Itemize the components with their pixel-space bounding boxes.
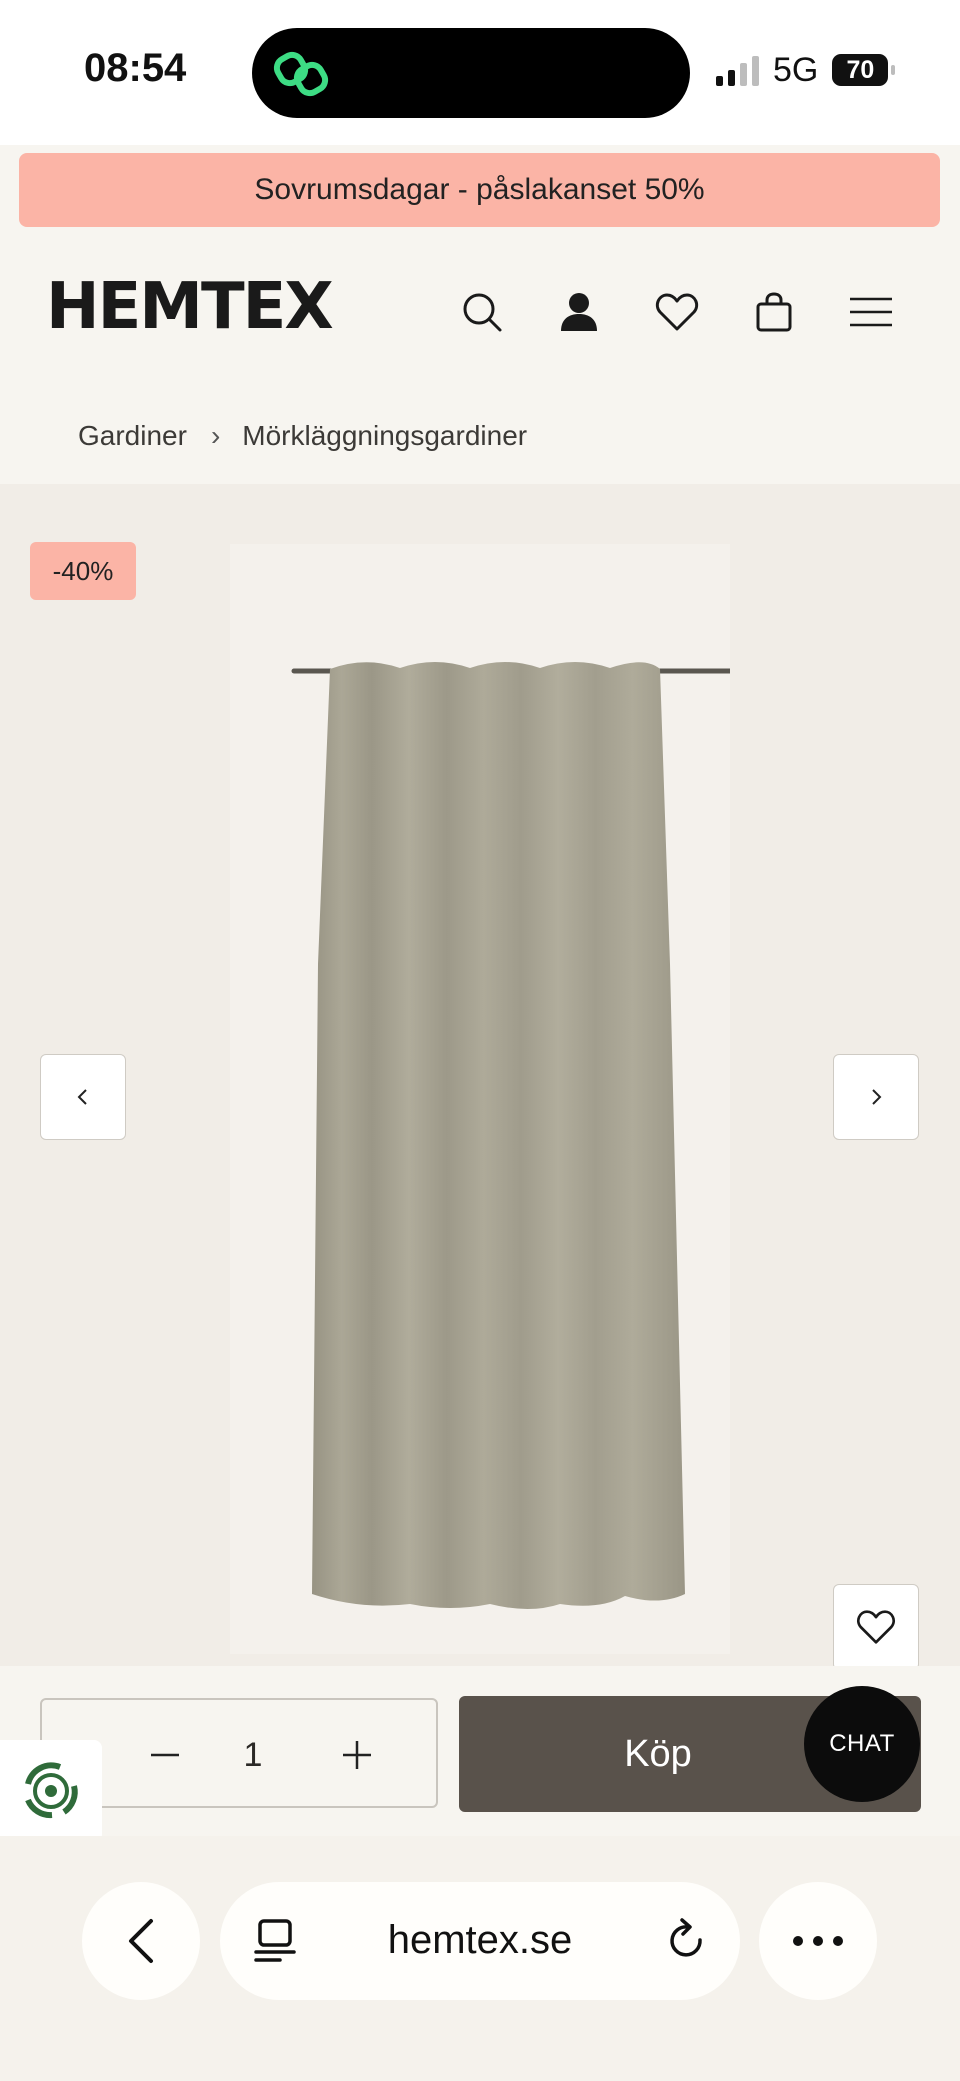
- eco-badge[interactable]: [0, 1740, 102, 1842]
- network-type: 5G: [773, 50, 819, 89]
- signal-icon: [716, 54, 759, 86]
- account-icon[interactable]: [553, 286, 605, 338]
- heart-outline-icon: [857, 1610, 895, 1644]
- chevron-left-icon: [129, 1919, 153, 1963]
- plus-icon: [343, 1741, 371, 1769]
- recycle-globe-icon: [25, 1762, 78, 1819]
- address-bar[interactable]: hemtex.se: [220, 1882, 740, 2000]
- battery-icon: 70: [832, 54, 896, 86]
- decrease-quantity-button[interactable]: [140, 1730, 190, 1780]
- browser-back-button[interactable]: [82, 1882, 200, 2000]
- curtain-product-image: [230, 544, 730, 1654]
- chevron-left-icon: [77, 1089, 87, 1105]
- product-gallery[interactable]: -40%: [0, 484, 960, 1666]
- reload-icon[interactable]: [666, 1918, 708, 1964]
- breadcrumb-item-gardiner[interactable]: Gardiner: [78, 420, 187, 452]
- gallery-next-button[interactable]: [833, 1054, 919, 1140]
- breadcrumb: Gardiner › Mörkläggningsgardiner: [78, 420, 527, 452]
- site-header: HEMTEX Gardiner › Mörkläggningsgardiner: [0, 240, 960, 480]
- browser-toolbar: hemtex.se: [0, 1836, 960, 2081]
- chat-button[interactable]: CHAT: [804, 1686, 920, 1802]
- breadcrumb-separator-icon: ›: [210, 420, 221, 451]
- quantity-value[interactable]: 1: [228, 1730, 278, 1780]
- more-options-button[interactable]: [759, 1882, 877, 2000]
- url-text[interactable]: hemtex.se: [220, 1918, 740, 1963]
- minus-icon: [151, 1753, 179, 1757]
- status-bar: 08:54 5G 70: [0, 0, 960, 145]
- status-time: 08:54: [84, 46, 187, 90]
- breadcrumb-item-morklaggningsgardiner[interactable]: Mörkläggningsgardiner: [242, 420, 527, 452]
- add-to-wishlist-button[interactable]: [833, 1584, 919, 1666]
- bag-icon[interactable]: [748, 286, 800, 338]
- link-app-icon: [273, 51, 329, 97]
- ellipsis-icon: [793, 1936, 843, 1946]
- chevron-right-icon: [872, 1089, 882, 1105]
- increase-quantity-button[interactable]: [332, 1730, 382, 1780]
- hemtex-logo[interactable]: HEMTEX: [46, 270, 334, 344]
- dynamic-island: [252, 28, 690, 118]
- gallery-prev-button[interactable]: [40, 1054, 126, 1140]
- heart-icon[interactable]: [651, 286, 703, 338]
- search-icon[interactable]: [456, 286, 508, 338]
- status-indicators: 5G 70: [716, 50, 896, 90]
- discount-badge: -40%: [30, 542, 136, 600]
- promo-banner[interactable]: Sovrumsdagar - påslakanset 50%: [19, 153, 940, 227]
- menu-icon[interactable]: [845, 286, 897, 338]
